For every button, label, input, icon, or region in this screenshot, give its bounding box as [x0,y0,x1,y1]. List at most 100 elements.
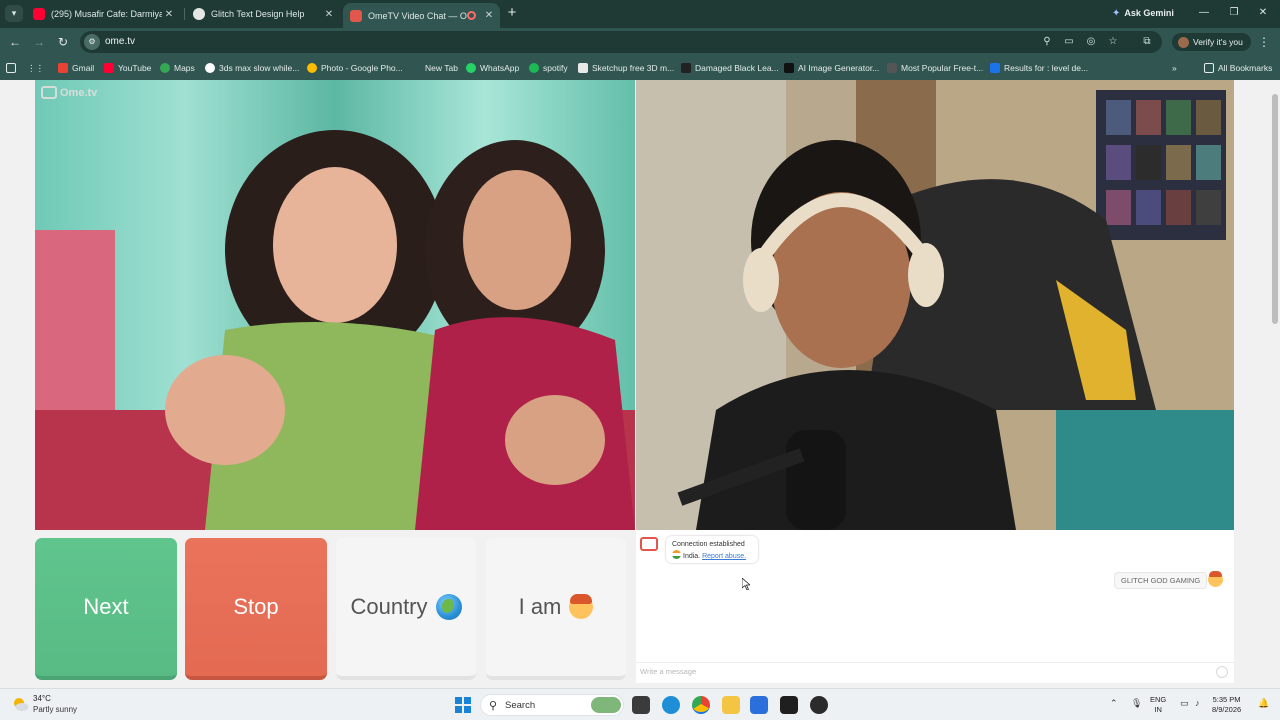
bookmark-label: Photo - Google Pho... [321,63,403,73]
stop-button[interactable]: Stop [185,538,327,680]
bookmark-gmail[interactable]: Gmail [58,61,94,75]
bookmark-label: AI Image Generator... [798,63,880,73]
bookmark-google-photos[interactable]: Photo - Google Pho... [307,61,403,75]
weather-temperature[interactable]: 34°C [33,694,51,703]
more-bookmarks-icon[interactable]: » [1172,61,1177,75]
bookmark-damaged-black[interactable]: Damaged Black Lea... [681,61,779,75]
sketchup-icon [578,63,588,73]
site-info-icon[interactable]: ⚙ [84,34,100,50]
bookmark-label: WhatsApp [480,63,520,73]
report-abuse-link[interactable]: Report abuse. [702,553,746,560]
file-explorer-icon[interactable] [722,696,740,714]
restore-button[interactable]: ❐ [1227,6,1241,20]
task-view-icon[interactable] [632,696,650,714]
windows-start-icon[interactable] [455,697,471,713]
close-icon[interactable]: ✕ [322,9,336,20]
reload-button[interactable]: ↻ [55,34,71,50]
kebab-menu-icon[interactable]: ⋮ [1258,34,1270,50]
emoji-picker-icon[interactable] [1216,666,1228,678]
window-close-button[interactable]: ✕ [1256,6,1270,20]
forward-button[interactable]: → [31,34,47,50]
i-am-button[interactable]: I am [486,538,626,680]
back-button[interactable]: ← [7,34,23,50]
photos-icon [307,63,317,73]
microphone-icon[interactable]: 🎙 [1131,698,1142,709]
message-input[interactable]: Write a message [636,662,1234,680]
partly-sunny-icon[interactable] [12,697,29,712]
obs-icon[interactable] [810,696,828,714]
bookmark-whatsapp[interactable]: WhatsApp [466,61,519,75]
bookmark-maps[interactable]: Maps [160,61,195,75]
spotify-icon [529,63,539,73]
weather-description[interactable]: Partly sunny [33,705,77,714]
store-icon[interactable] [750,696,768,714]
minimize-button[interactable]: — [1197,6,1211,20]
bookmark-ai-image[interactable]: AI Image Generator... [784,61,879,75]
bookmark-label: spotify [543,63,568,73]
verify-profile-button[interactable]: Verify it's you [1172,33,1251,51]
youtube-icon [33,8,45,20]
site-icon [784,63,794,73]
input-language[interactable]: ENG IN [1150,695,1166,715]
cast-icon[interactable]: ▭ [1062,35,1076,49]
tab-title: OmeTV Video Chat — Ome [368,10,467,21]
bookmark-sketchup[interactable]: Sketchup free 3D m... [578,61,674,75]
clock[interactable]: 5:35 PM 8/9/2026 [1212,695,1241,715]
next-label: Next [83,594,129,619]
ask-gemini-button[interactable]: ✦ Ask Gemini [1104,4,1182,22]
browser-tab-strip: ▾ (295) Musafir Cafe: Darmiyaan | ✕ Glit… [0,0,1280,28]
bookmarks-bar: ⋮⋮ Gmail YouTube Maps 3ds max slow while… [0,56,1280,80]
search-icon: ⚲ [489,700,498,712]
tab-ometv[interactable]: OmeTV Video Chat — Ome ✕ [343,3,500,28]
new-tab-button[interactable]: + [504,5,520,21]
extensions-icon[interactable]: ⧉ [1140,35,1154,49]
bookmark-most-popular[interactable]: Most Popular Free-t... [887,61,983,75]
chrome-icon[interactable] [692,696,710,714]
page-scrollbar[interactable] [1270,80,1280,688]
tab-glitch-text[interactable]: Glitch Text Design Help ✕ [186,3,342,25]
google-icon [205,63,215,73]
tray-overflow-icon[interactable]: ⌃ [1110,698,1118,709]
bookmark-label: Gmail [72,63,95,73]
tab-title: Glitch Text Design Help [211,9,305,19]
bookmark-results[interactable]: Results for : level de... [990,61,1088,75]
volume-icon[interactable]: ♪ [1195,698,1200,708]
bookmark-new-tab[interactable]: New Tab [425,61,458,75]
next-button[interactable]: Next [35,538,177,680]
close-icon[interactable]: ✕ [162,9,176,20]
sidebar-toggle-icon[interactable] [6,61,16,75]
tab-youtube[interactable]: (295) Musafir Cafe: Darmiyaan | ✕ [26,3,182,25]
network-icon[interactable]: ▭ [1180,698,1189,709]
i-am-label: I am [518,594,562,619]
bookmark-label: Most Popular Free-t... [901,63,984,73]
star-icon[interactable]: ☆ [1106,35,1120,49]
verify-label: Verify it's you [1193,37,1243,47]
all-bookmarks-button[interactable]: All Bookmarks [1204,61,1272,75]
address-bar[interactable]: ⚙ ome.tv ⚲ ▭ ◎ ☆ [80,31,1162,53]
boy-emoji-icon [1208,571,1223,587]
country-button[interactable]: Country [336,538,476,680]
whatsapp-icon [466,63,476,73]
chevron-down-icon[interactable]: ▾ [5,5,23,22]
edge-icon[interactable] [662,696,680,714]
ometv-page: Ome.tv Next Stop Country I am Connection… [0,80,1280,688]
bookmark-label: New Tab [425,63,458,73]
watermark-label: Ome.tv [60,86,98,99]
scrollbar-thumb[interactable] [1272,94,1278,324]
gmail-icon [58,63,68,73]
country-label: Country [350,594,428,619]
bookmark-spotify[interactable]: spotify [529,61,568,75]
bookmark-youtube[interactable]: YouTube [104,61,151,75]
stranger-country: India. [683,553,701,560]
close-icon[interactable]: ✕ [482,10,496,21]
taskbar-search[interactable]: ⚲ Search [480,694,624,716]
bookmark-3ds-max[interactable]: 3ds max slow while... [205,61,299,75]
apps-grid-icon[interactable]: ⋮⋮ [27,61,44,75]
eye-off-icon[interactable]: ◎ [1084,35,1098,49]
connection-status: Connection established [672,541,745,548]
notifications-icon[interactable]: 🔔 [1258,698,1269,709]
davinci-resolve-icon[interactable] [780,696,798,714]
zoom-icon[interactable]: ⚲ [1040,35,1054,49]
url-text: ome.tv [105,36,136,47]
browser-toolbar: ← → ↻ ⚙ ome.tv ⚲ ▭ ◎ ☆ ⧉ Verify it's you [0,28,1280,56]
